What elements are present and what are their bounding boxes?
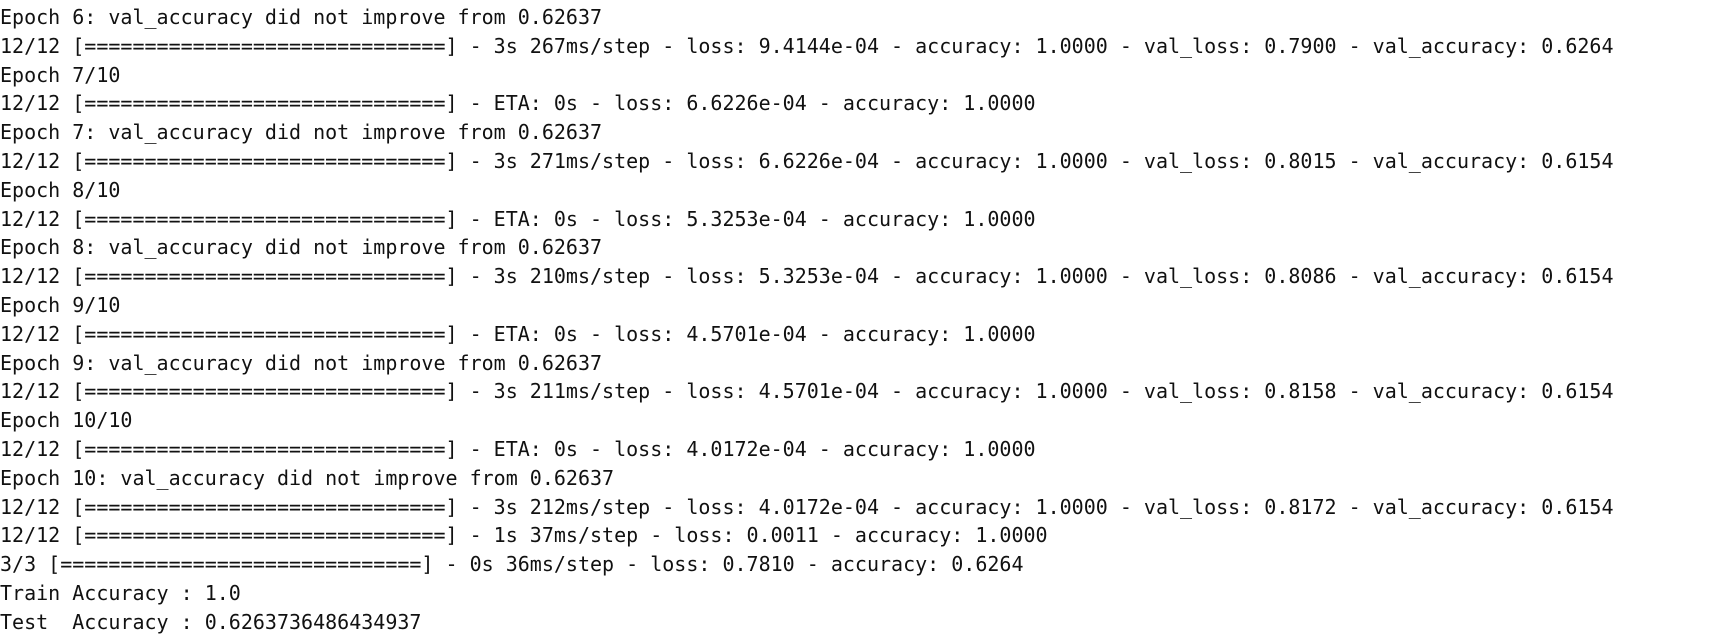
console-line: 12/12 [==============================] -… [0,264,1614,289]
console-line: 12/12 [==============================] -… [0,523,1048,548]
console-line: 12/12 [==============================] -… [0,321,1036,346]
console-line: 12/12 [==============================] -… [0,436,1036,461]
console-line: Epoch 6: val_accuracy did not improve fr… [0,5,603,29]
console-line: Train Accuracy : 1.0 [0,580,241,605]
console-line: Epoch 10: val_accuracy did not improve f… [0,465,615,490]
console-line: 12/12 [==============================] -… [0,148,1614,173]
console-line: 12/12 [==============================] -… [0,494,1614,519]
console-line: 12/12 [==============================] -… [0,206,1036,231]
console-line: 3/3 [==============================] - 0… [0,552,1024,577]
console-line: Epoch 10/10 [0,408,133,433]
console-line: Test Accuracy : 0.6263736486434937 [0,609,422,634]
console-line: Epoch 7: val_accuracy did not improve fr… [0,120,603,145]
console-line: Epoch 8: val_accuracy did not improve fr… [0,235,603,260]
console-line: Epoch 9/10 [0,292,121,317]
console-line: Epoch 7/10 [0,62,121,87]
console-line: 12/12 [==============================] -… [0,91,1036,116]
console-line: Epoch 9: val_accuracy did not improve fr… [0,350,603,375]
console-output: Epoch 6: val_accuracy did not improve fr… [0,0,1735,640]
console-line: 12/12 [==============================] -… [0,379,1614,404]
console-line: Epoch 8/10 [0,177,121,202]
console-line: 12/12 [==============================] -… [0,33,1614,58]
